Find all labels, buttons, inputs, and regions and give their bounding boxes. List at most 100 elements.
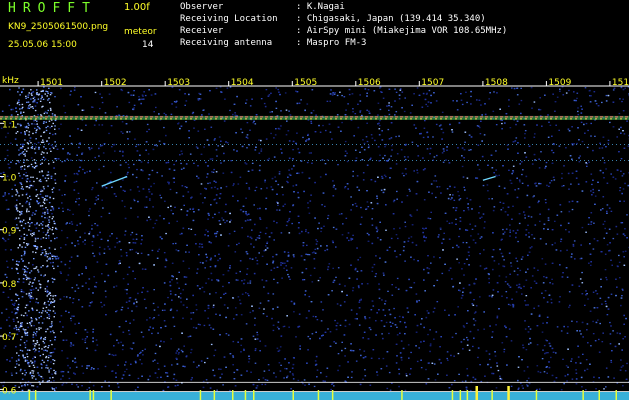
noise-pixel (42, 377, 44, 379)
noise-pixel (446, 357, 448, 360)
noise-pixel (610, 210, 613, 212)
noise-pixel (540, 151, 542, 153)
noise-pixel (99, 93, 101, 95)
noise-pixel (88, 387, 91, 389)
noise-pixel (545, 161, 548, 164)
noise-pixel (78, 274, 80, 276)
noise-pixel (278, 173, 281, 175)
noise-pixel (36, 386, 39, 388)
noise-pixel (376, 312, 378, 314)
noise-pixel (265, 280, 268, 282)
noise-pixel (344, 150, 347, 152)
noise-pixel (599, 322, 601, 325)
noise-pixel (401, 201, 403, 203)
noise-pixel (189, 208, 192, 210)
noise-pixel (289, 174, 292, 176)
noise-pixel (316, 240, 319, 243)
noise-pixel (304, 109, 306, 111)
noise-pixel (491, 296, 493, 298)
noise-pixel (209, 90, 211, 92)
noise-pixel (563, 382, 565, 385)
noise-pixel (128, 374, 131, 376)
noise-pixel (520, 99, 523, 102)
noise-pixel (176, 282, 179, 284)
noise-pixel (547, 217, 550, 219)
noise-pixel (525, 234, 527, 236)
noise-pixel (321, 159, 324, 161)
noise-pixel (515, 123, 517, 126)
noise-pixel (429, 345, 432, 347)
noise-pixel (47, 237, 50, 239)
noise-pixel (6, 266, 9, 268)
noise-pixel (576, 201, 579, 203)
noise-pixel (333, 279, 336, 282)
noise-pixel (531, 234, 533, 236)
noise-pixel (276, 193, 278, 195)
noise-pixel (144, 348, 146, 350)
noise-pixel (248, 187, 250, 189)
noise-pixel (178, 352, 180, 354)
noise-pixel (545, 202, 547, 204)
noise-pixel (124, 230, 127, 232)
noise-pixel (314, 181, 316, 184)
noise-pixel (439, 227, 442, 229)
noise-pixel (502, 233, 505, 235)
noise-pixel (258, 235, 261, 237)
noise-pixel (488, 98, 490, 100)
noise-pixel (437, 236, 440, 238)
noise-pixel (251, 169, 254, 171)
noise-pixel (277, 204, 279, 206)
noise-pixel (283, 377, 285, 379)
noise-pixel (313, 258, 316, 260)
noise-pixel (436, 154, 438, 157)
noise-pixel (610, 361, 613, 363)
noise-pixel (91, 224, 93, 227)
noise-pixel (12, 318, 15, 320)
noise-pixel (254, 324, 256, 326)
noise-pixel (188, 251, 190, 253)
noise-pixel (266, 379, 269, 381)
noise-pixel (246, 147, 248, 149)
noise-pixel (308, 212, 311, 214)
noise-pixel (337, 164, 339, 166)
noise-pixel (26, 178, 29, 180)
noise-pixel (601, 147, 604, 149)
noise-pixel (552, 93, 554, 95)
noise-pixel (443, 232, 445, 234)
noise-pixel (91, 241, 94, 243)
noise-pixel (10, 142, 12, 144)
noise-pixel (214, 255, 216, 257)
noise-pixel (265, 197, 268, 199)
noise-pixel (274, 134, 277, 136)
noise-pixel (463, 338, 465, 341)
noise-pixel (82, 372, 85, 374)
noise-pixel (53, 167, 55, 169)
noise-pixel (250, 371, 252, 373)
noise-pixel (179, 297, 182, 299)
noise-pixel (498, 308, 500, 310)
noise-pixel (401, 172, 404, 175)
noise-pixel (132, 319, 135, 321)
noise-pixel (374, 275, 377, 278)
noise-pixel (64, 180, 66, 182)
noise-pixel (69, 260, 71, 262)
noise-pixel (425, 368, 427, 371)
noise-pixel (329, 331, 332, 333)
noise-pixel (160, 340, 162, 342)
noise-pixel (300, 99, 302, 101)
noise-pixel (197, 99, 200, 101)
noise-pixel (137, 292, 139, 295)
noise-pixel (552, 176, 555, 178)
noise-pixel (384, 314, 386, 317)
noise-pixel (575, 177, 578, 179)
noise-pixel (622, 233, 625, 235)
noise-pixel (88, 147, 90, 149)
noise-pixel (309, 200, 312, 202)
noise-pixel (82, 168, 84, 171)
noise-pixel (362, 139, 364, 141)
noise-pixel (605, 386, 607, 388)
noise-pixel (277, 202, 279, 204)
noise-pixel (396, 326, 398, 328)
noise-pixel (310, 152, 312, 154)
noise-pixel (254, 349, 257, 352)
